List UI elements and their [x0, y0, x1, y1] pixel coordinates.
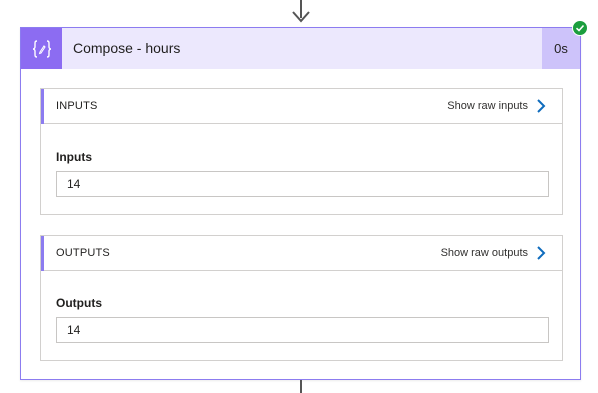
- inputs-section-header: INPUTS Show raw inputs: [41, 89, 562, 124]
- show-raw-inputs-label: Show raw inputs: [447, 100, 528, 112]
- action-title: Compose - hours: [73, 40, 181, 56]
- show-raw-inputs-link[interactable]: Show raw inputs: [447, 97, 546, 115]
- chevron-right-icon: [537, 246, 546, 260]
- inputs-section-title: INPUTS: [56, 100, 98, 112]
- action-card: Compose - hours 0s INPUTS Show raw input…: [20, 27, 581, 380]
- chevron-right-icon: [537, 99, 546, 113]
- show-raw-outputs-label: Show raw outputs: [440, 247, 528, 259]
- connector-line-bottom: [300, 380, 302, 393]
- inputs-field-value: 14: [56, 171, 549, 197]
- outputs-field-label: Outputs: [56, 296, 102, 310]
- inputs-field-label: Inputs: [56, 150, 92, 164]
- action-card-header[interactable]: Compose - hours 0s: [21, 28, 580, 69]
- inputs-section-accent: [41, 89, 44, 124]
- down-arrow-icon: [292, 11, 310, 23]
- outputs-section-title: OUTPUTS: [56, 247, 110, 259]
- success-check-icon: [572, 20, 588, 36]
- outputs-section-accent: [41, 236, 44, 271]
- flow-canvas: Compose - hours 0s INPUTS Show raw input…: [0, 0, 598, 393]
- outputs-field-value: 14: [56, 317, 549, 343]
- duration-value: 0s: [554, 41, 568, 56]
- inputs-section: INPUTS Show raw inputs Inputs 14: [40, 88, 563, 215]
- outputs-section-header: OUTPUTS Show raw outputs: [41, 236, 562, 271]
- show-raw-outputs-link[interactable]: Show raw outputs: [441, 244, 546, 262]
- outputs-section: OUTPUTS Show raw outputs Outputs 14: [40, 235, 563, 361]
- compose-braces-icon: [21, 28, 62, 69]
